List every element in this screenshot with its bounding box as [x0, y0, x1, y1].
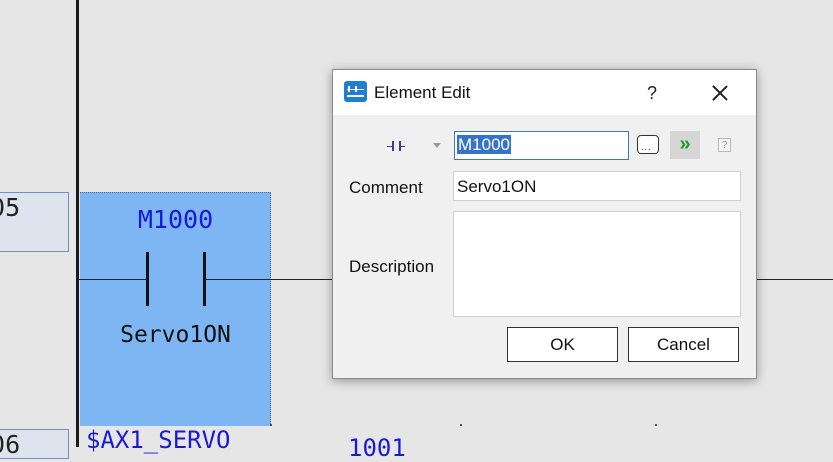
normally-open-contact-icon[interactable]: [387, 139, 411, 153]
ellipsis-icon: ...: [641, 142, 652, 152]
rung-number-label: 006: [0, 430, 21, 459]
rung-number-006[interactable]: 006: [0, 429, 69, 459]
help-button[interactable]: ?: [638, 80, 666, 106]
next-contact-address-2: 1001: [348, 434, 406, 462]
comment-input[interactable]: Servo1ON: [453, 171, 741, 201]
close-icon[interactable]: [705, 78, 735, 108]
help-info-icon[interactable]: ?: [718, 138, 731, 152]
address-selected-text: M1000: [457, 135, 511, 154]
description-textarea[interactable]: [453, 211, 741, 317]
description-label: Description: [349, 257, 435, 276]
wire-left: [79, 279, 147, 280]
browse-button[interactable]: ...: [637, 135, 659, 154]
cancel-button[interactable]: Cancel: [628, 327, 739, 362]
next-contact-address: $AX1_SERVO: [86, 426, 231, 454]
contact-address: M1000: [137, 205, 214, 234]
chevron-down-icon[interactable]: [433, 143, 441, 148]
grid-dot: [460, 424, 462, 426]
ok-button[interactable]: OK: [507, 327, 618, 362]
wire-right-end: [756, 279, 833, 280]
rung-number-label: 005: [0, 193, 21, 222]
rung-number-005[interactable]: 005: [0, 192, 69, 252]
address-input[interactable]: M1000: [454, 131, 629, 160]
element-edit-dialog: Element Edit ? M1000 ... » ? Comment Ser…: [332, 69, 757, 379]
app-icon: [344, 81, 367, 102]
contact-left-bar: [146, 252, 149, 306]
grid-dot: [270, 424, 272, 426]
comment-label: Comment: [349, 178, 423, 197]
dialog-title: Element Edit: [374, 83, 471, 102]
left-power-rail: [76, 0, 79, 447]
dialog-titlebar[interactable]: Element Edit ?: [333, 70, 756, 115]
grid-dot: [655, 424, 657, 426]
contact-comment: Servo1ON: [120, 322, 231, 348]
double-chevron-right-icon[interactable]: »: [670, 131, 700, 159]
wire-right: [206, 279, 334, 280]
